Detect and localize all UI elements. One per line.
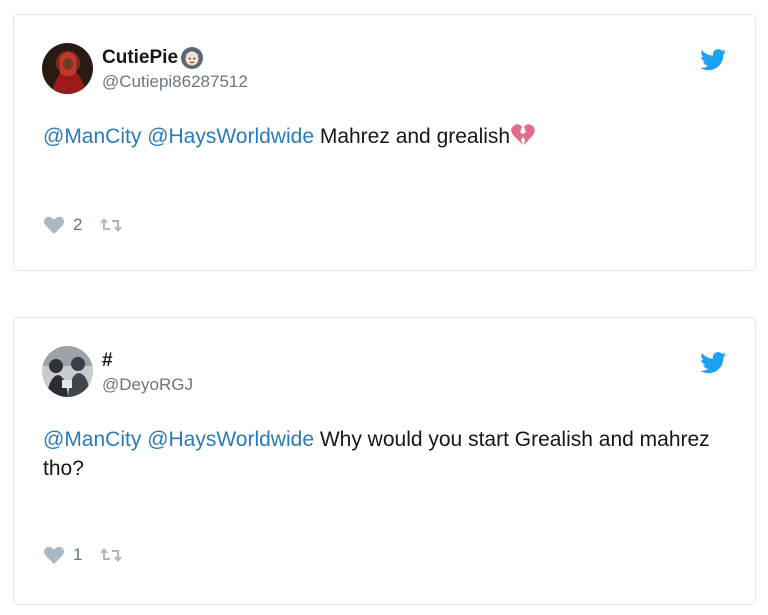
avatar[interactable] [42,346,93,397]
display-name[interactable]: # [102,350,113,372]
avatar[interactable] [42,43,93,94]
user-handle[interactable]: @DeyoRGJ [102,375,193,395]
heart-icon[interactable] [43,215,65,235]
broken-heart-emoji-icon [510,123,536,147]
tweet-actions: 2 [43,215,123,235]
tweet-text: @ManCity @HaysWorldwide Why would you st… [43,425,715,483]
tweet-body: Why would you start Grealish and mahrez … [43,428,710,480]
tweet-card[interactable]: # @DeyoRGJ @ManCity @HaysWorldwide Why w… [13,317,756,605]
mention-link[interactable]: @ManCity [43,125,141,148]
heart-icon[interactable] [43,545,65,565]
twitter-bird-icon[interactable] [700,352,727,374]
retweet-icon[interactable] [100,547,123,563]
mention-link[interactable]: @HaysWorldwide [147,125,314,148]
tweet-card[interactable]: CutiePie @Cutiepi86287512 @ManCity @Hays… [13,14,756,271]
user-handle[interactable]: @Cutiepi86287512 [102,72,248,92]
retweet-icon[interactable] [100,217,123,233]
mention-link[interactable]: @ManCity [43,428,141,451]
tweet-actions: 1 [43,545,123,565]
display-name[interactable]: CutiePie [102,47,178,69]
like-count: 1 [73,545,83,564]
tweet-text: @ManCity @HaysWorldwide Mahrez and greal… [43,122,715,151]
mention-link[interactable]: @HaysWorldwide [147,428,314,451]
tweet-body: Mahrez and grealish [314,125,511,148]
woman-headscarf-emoji-icon [180,46,204,70]
twitter-bird-icon[interactable] [700,49,727,71]
like-count: 2 [73,215,83,234]
